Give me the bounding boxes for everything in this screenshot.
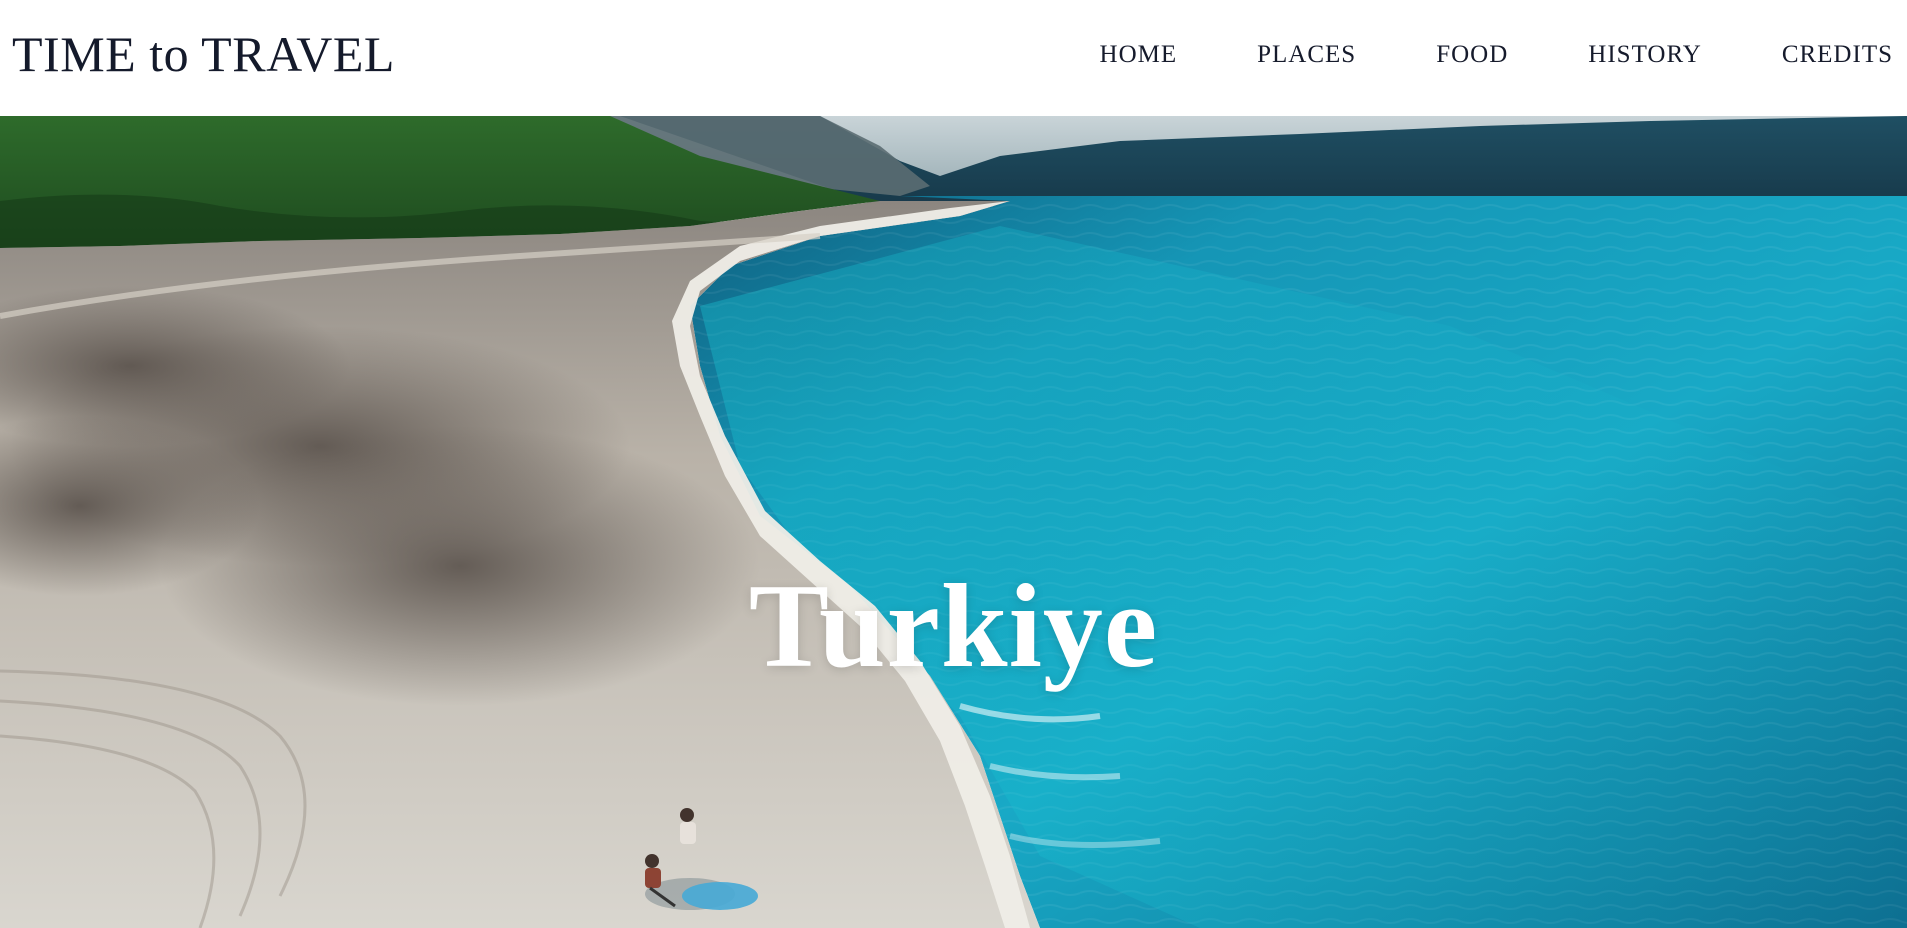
main-navigation: HOME PLACES FOOD HISTORY CREDITS bbox=[1100, 38, 1893, 72]
nav-credits-link[interactable]: CREDITS bbox=[1782, 38, 1893, 72]
hero-background-image bbox=[0, 116, 1907, 928]
nav-history-link[interactable]: HISTORY bbox=[1588, 38, 1702, 72]
nav-food-link[interactable]: FOOD bbox=[1436, 38, 1508, 72]
hero-banner: Turkiye bbox=[0, 116, 1907, 928]
nav-places-link[interactable]: PLACES bbox=[1257, 38, 1356, 72]
hero-title: Turkiye bbox=[748, 559, 1159, 693]
site-logo-title[interactable]: TIME to TRAVEL bbox=[12, 24, 395, 84]
nav-home-link[interactable]: HOME bbox=[1100, 38, 1178, 72]
site-header: TIME to TRAVEL HOME PLACES FOOD HISTORY … bbox=[0, 0, 1907, 116]
